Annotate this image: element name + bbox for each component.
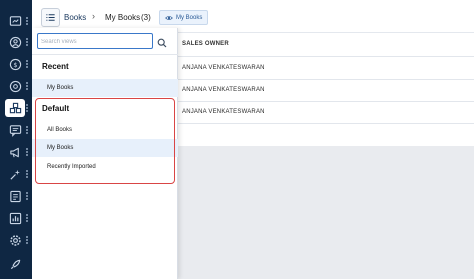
- breadcrumb-current-view: My Books: [105, 13, 141, 22]
- automation-icon[interactable]: [5, 165, 25, 183]
- record-count: (3): [141, 13, 151, 22]
- notes-icon[interactable]: [5, 121, 25, 139]
- nav-more-dots[interactable]: [26, 17, 29, 26]
- settings-icon[interactable]: [5, 231, 25, 249]
- app-window: $ Books › My Books (3) My Books SALES OW…: [0, 0, 474, 279]
- nav-more-dots[interactable]: [26, 38, 29, 47]
- table-header: SALES OWNER: [175, 33, 474, 57]
- views-toggle-button[interactable]: [41, 8, 60, 27]
- table-row[interactable]: ANJANA VENKATESWARAN: [175, 80, 474, 102]
- dashboard-icon[interactable]: [5, 12, 25, 30]
- nav-more-dots[interactable]: [26, 104, 29, 113]
- list-view-icon: [46, 14, 55, 21]
- nav-more-dots[interactable]: [26, 148, 29, 157]
- table-row[interactable]: ANJANA VENKATESWARAN: [175, 102, 474, 124]
- view-chip-label: My Books: [176, 14, 203, 21]
- search-views-field[interactable]: [37, 33, 153, 49]
- views-dropdown-panel: Recent My Books Default All Books My Boo…: [32, 28, 178, 279]
- eye-icon: [165, 15, 173, 20]
- conversations-icon[interactable]: [5, 77, 25, 95]
- reports-icon[interactable]: [5, 209, 25, 227]
- nav-more-dots[interactable]: [26, 82, 29, 91]
- column-header-sales-owner[interactable]: SALES OWNER: [182, 41, 229, 47]
- deals-icon[interactable]: $: [5, 55, 25, 73]
- table-cell: ANJANA VENKATESWARAN: [182, 65, 265, 71]
- view-item-label: My Books: [47, 85, 74, 91]
- search-views-input[interactable]: [41, 36, 146, 47]
- records-table: SALES OWNER ANJANA VENKATESWARAN ANJANA …: [175, 33, 474, 279]
- nav-more-dots[interactable]: [26, 214, 29, 223]
- highlight-annotation: [35, 98, 175, 184]
- nav-more-dots[interactable]: [26, 126, 29, 135]
- nav-more-dots[interactable]: [26, 192, 29, 201]
- divider: [32, 54, 178, 55]
- contacts-icon[interactable]: [5, 33, 25, 51]
- campaigns-icon[interactable]: [5, 143, 25, 161]
- svg-text:$: $: [13, 60, 17, 68]
- empty-table-space: [175, 146, 474, 279]
- catalog-icon[interactable]: [5, 99, 25, 117]
- launch-icon[interactable]: [5, 187, 25, 205]
- search-icon[interactable]: [157, 35, 169, 48]
- table-row[interactable]: ANJANA VENKATESWARAN: [175, 58, 474, 80]
- rocket-icon[interactable]: [5, 255, 25, 273]
- breadcrumb-separator: ›: [92, 11, 95, 21]
- table-cell: ANJANA VENKATESWARAN: [182, 87, 265, 93]
- section-title-recent: Recent: [42, 62, 69, 71]
- breadcrumb-module[interactable]: Books: [64, 13, 86, 22]
- table-cell: ANJANA VENKATESWARAN: [182, 109, 265, 115]
- view-item-recent-my-books[interactable]: My Books: [32, 79, 178, 97]
- nav-more-dots[interactable]: [26, 236, 29, 245]
- nav-more-dots[interactable]: [26, 60, 29, 69]
- left-nav: $: [0, 0, 32, 279]
- nav-more-dots[interactable]: [26, 170, 29, 179]
- view-chip[interactable]: My Books: [159, 10, 209, 25]
